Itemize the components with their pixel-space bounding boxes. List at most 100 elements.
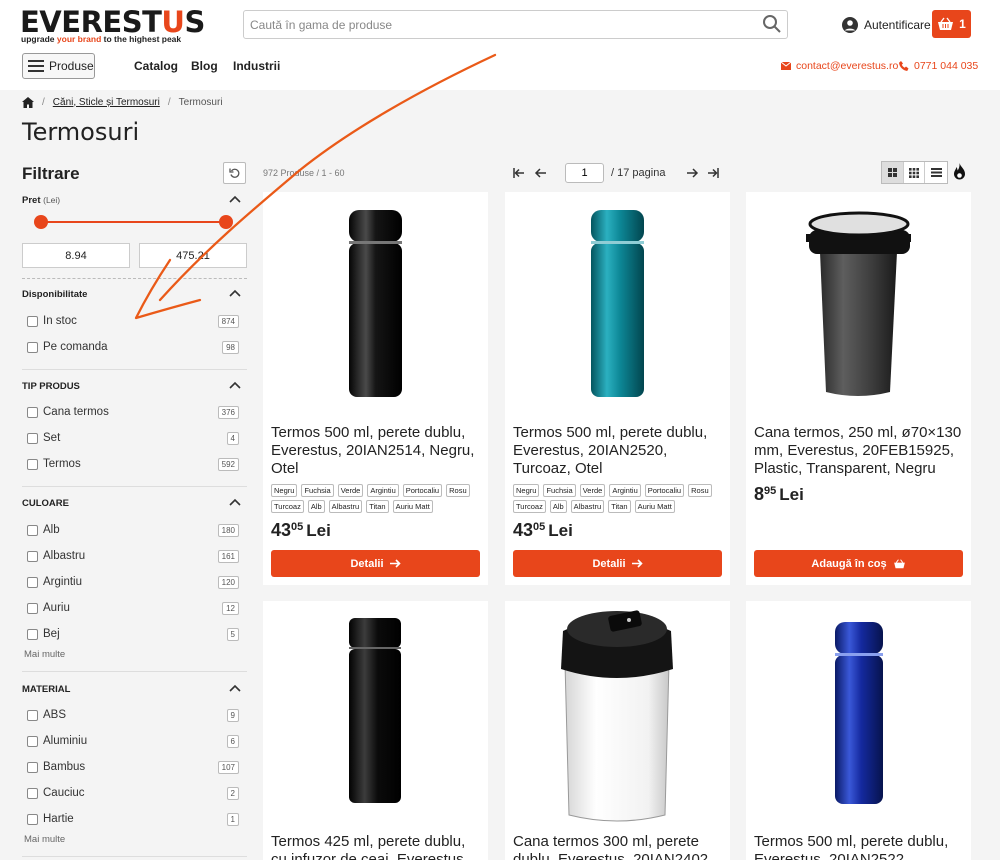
filter-option-alb[interactable]: Alb 180 bbox=[27, 523, 239, 537]
login-link[interactable]: Autentificare bbox=[842, 15, 931, 35]
search-input[interactable] bbox=[243, 10, 788, 39]
chevron-up-icon[interactable] bbox=[229, 684, 241, 692]
color-tag[interactable]: Albastru bbox=[570, 500, 605, 513]
color-tag[interactable]: Portocaliu bbox=[402, 484, 443, 497]
checkbox[interactable] bbox=[27, 458, 38, 470]
filter-option-aluminiu[interactable]: Aluminiu 6 bbox=[27, 734, 239, 748]
filter-option-cana-termos[interactable]: Cana termos 376 bbox=[27, 405, 239, 419]
color-tag[interactable]: Negru bbox=[271, 484, 298, 497]
price-slider-track[interactable] bbox=[41, 221, 227, 223]
product-title[interactable]: Cana termos, 250 ml, ø70×130 mm, Everest… bbox=[754, 424, 966, 478]
filter-option-hartie[interactable]: Hartie 1 bbox=[27, 812, 239, 826]
filter-option-bej[interactable]: Bej 5 bbox=[27, 627, 239, 641]
product-image-thermal-mug[interactable] bbox=[746, 192, 971, 417]
flame-icon[interactable] bbox=[951, 163, 968, 182]
filter-option-pe-comanda[interactable]: Pe comanda 98 bbox=[27, 340, 239, 354]
color-tag[interactable]: Fuchsia bbox=[543, 484, 576, 497]
product-image-black-thermos[interactable] bbox=[263, 192, 488, 417]
add-to-cart-button[interactable]: Adaugă în coș bbox=[754, 550, 963, 577]
details-button[interactable]: Detalii bbox=[271, 550, 480, 577]
color-tag[interactable]: Auriu Matt bbox=[392, 500, 433, 513]
checkbox[interactable] bbox=[27, 550, 38, 562]
price-filter-header[interactable]: Pret (Lei) bbox=[22, 195, 60, 206]
product-image-white-thermal-mug[interactable] bbox=[505, 601, 730, 826]
details-button[interactable]: Detalii bbox=[513, 550, 722, 577]
checkbox[interactable] bbox=[27, 315, 38, 327]
color-tag[interactable]: Albastru bbox=[328, 500, 363, 513]
color-tag[interactable]: Rosu bbox=[688, 484, 712, 497]
filter-option-bambus[interactable]: Bambus 107 bbox=[27, 760, 239, 774]
product-image-blue-thermos[interactable] bbox=[746, 601, 971, 826]
product-card[interactable]: Termos 425 ml, perete dublu, cu infuzor … bbox=[263, 601, 488, 860]
filter-option-argintiu[interactable]: Argintiu 120 bbox=[27, 575, 239, 589]
last-page-icon[interactable] bbox=[706, 165, 720, 181]
price-max-input[interactable]: 475.21 bbox=[139, 243, 247, 268]
reset-filters-button[interactable] bbox=[223, 162, 246, 184]
color-tag[interactable]: Verde bbox=[579, 484, 606, 497]
list-view-icon[interactable] bbox=[925, 162, 947, 183]
color-filter-header[interactable]: CULOARE bbox=[22, 498, 69, 509]
product-title[interactable]: Termos 500 ml, perete dublu, Everestus, … bbox=[513, 424, 725, 478]
checkbox[interactable] bbox=[27, 576, 38, 588]
product-image-black-infuser-thermos[interactable] bbox=[263, 601, 488, 826]
filter-option-cauciuc[interactable]: Cauciuc 2 bbox=[27, 786, 239, 800]
checkbox[interactable] bbox=[27, 787, 38, 799]
material-filter-header[interactable]: MATERIAL bbox=[22, 684, 70, 695]
color-tag[interactable]: Negru bbox=[513, 484, 540, 497]
filter-option-albastru[interactable]: Albastru 161 bbox=[27, 549, 239, 563]
cart-button[interactable]: 1 bbox=[932, 10, 971, 38]
product-title[interactable]: Termos 425 ml, perete dublu, cu infuzor … bbox=[271, 833, 483, 860]
compact-grid-view-icon[interactable] bbox=[904, 162, 926, 183]
type-filter-header[interactable]: TIP PRODUS bbox=[22, 381, 80, 392]
availability-filter-header[interactable]: Disponibilitate bbox=[22, 289, 87, 300]
price-slider-min-handle[interactable] bbox=[34, 215, 48, 229]
product-card[interactable]: Cana termos 300 ml, perete dublu, Everes… bbox=[505, 601, 730, 860]
color-tag[interactable]: Turcoaz bbox=[513, 500, 546, 513]
next-page-icon[interactable] bbox=[685, 165, 699, 181]
checkbox[interactable] bbox=[27, 602, 38, 614]
checkbox[interactable] bbox=[27, 432, 38, 444]
contact-email[interactable]: contact@everestus.ro bbox=[781, 60, 898, 72]
color-tag[interactable]: Rosu bbox=[446, 484, 470, 497]
checkbox[interactable] bbox=[27, 735, 38, 747]
color-tag[interactable]: Auriu Matt bbox=[634, 500, 675, 513]
chevron-up-icon[interactable] bbox=[229, 381, 241, 389]
product-card[interactable]: Termos 500 ml, perete dublu, Everestus, … bbox=[263, 192, 488, 585]
product-image-turquoise-thermos[interactable] bbox=[505, 192, 730, 417]
first-page-icon[interactable] bbox=[512, 165, 526, 181]
product-title[interactable]: Termos 500 ml, perete dublu, Everestus, … bbox=[271, 424, 483, 478]
checkbox[interactable] bbox=[27, 761, 38, 773]
checkbox[interactable] bbox=[27, 813, 38, 825]
checkbox[interactable] bbox=[27, 628, 38, 640]
color-tag[interactable]: Fuchsia bbox=[301, 484, 334, 497]
product-card[interactable]: Termos 500 ml, perete dublu, Everestus, … bbox=[505, 192, 730, 585]
color-tag[interactable]: Argintiu bbox=[609, 484, 641, 497]
prev-page-icon[interactable] bbox=[534, 165, 548, 181]
show-more-colors[interactable]: Mai multe bbox=[24, 649, 65, 660]
filter-option-set[interactable]: Set 4 bbox=[27, 431, 239, 445]
grid-view-icon[interactable] bbox=[882, 162, 904, 183]
color-tag[interactable]: Titan bbox=[366, 500, 389, 513]
chevron-up-icon[interactable] bbox=[229, 195, 241, 203]
color-tag[interactable]: Alb bbox=[307, 500, 325, 513]
chevron-up-icon[interactable] bbox=[229, 289, 241, 297]
show-more-materials[interactable]: Mai multe bbox=[24, 834, 65, 845]
product-card[interactable]: Cana termos, 250 ml, ø70×130 mm, Everest… bbox=[746, 192, 971, 585]
page-number-input[interactable] bbox=[565, 163, 604, 183]
color-tag[interactable]: Argintiu bbox=[367, 484, 399, 497]
filter-option-abs[interactable]: ABS 9 bbox=[27, 708, 239, 722]
color-tag[interactable]: Titan bbox=[608, 500, 631, 513]
product-card[interactable]: Termos 500 ml, perete dublu, Everestus, … bbox=[746, 601, 971, 860]
color-tag[interactable]: Alb bbox=[549, 500, 567, 513]
product-title[interactable]: Cana termos 300 ml, perete dublu, Everes… bbox=[513, 833, 725, 860]
checkbox[interactable] bbox=[27, 406, 38, 418]
color-tag[interactable]: Verde bbox=[337, 484, 364, 497]
checkbox[interactable] bbox=[27, 524, 38, 536]
search-icon[interactable] bbox=[762, 14, 782, 34]
checkbox[interactable] bbox=[27, 709, 38, 721]
contact-phone[interactable]: 0771 044 035 bbox=[899, 60, 978, 72]
price-slider-max-handle[interactable] bbox=[219, 215, 233, 229]
color-tag[interactable]: Turcoaz bbox=[271, 500, 304, 513]
checkbox[interactable] bbox=[27, 341, 38, 353]
price-min-input[interactable]: 8.94 bbox=[22, 243, 130, 268]
